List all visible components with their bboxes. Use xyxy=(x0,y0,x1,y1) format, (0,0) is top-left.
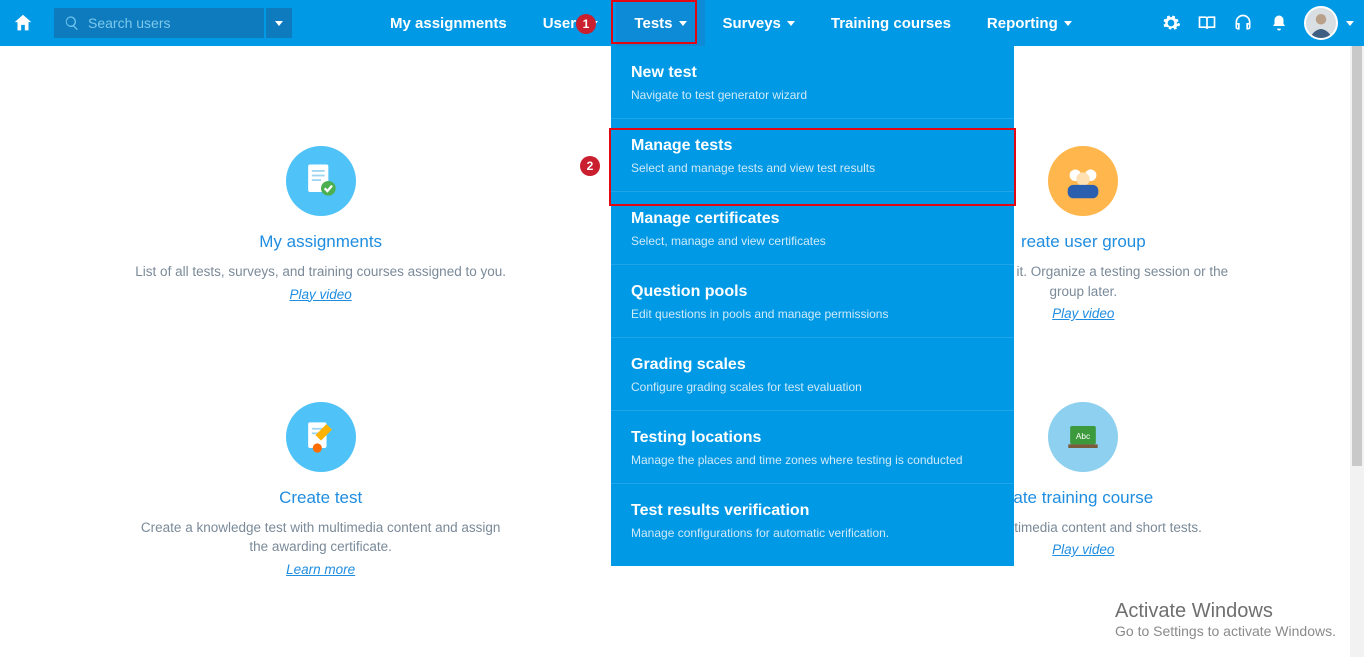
test-pencil-icon xyxy=(286,402,356,472)
dd-title: Manage certificates xyxy=(631,210,994,228)
chevron-down-icon[interactable] xyxy=(1346,21,1354,26)
scrollbar[interactable] xyxy=(1350,46,1364,657)
nav-reporting[interactable]: Reporting xyxy=(969,0,1090,46)
card-desc: List of all tests, surveys, and training… xyxy=(131,262,511,282)
card-link-play-video[interactable]: Play video xyxy=(1052,542,1114,557)
search-box[interactable] xyxy=(54,8,264,38)
dd-testing-locations[interactable]: Testing locations Manage the places and … xyxy=(611,411,1014,484)
topbar: My assignments Users Tests Surveys Train… xyxy=(0,0,1364,46)
nav-training[interactable]: Training courses xyxy=(813,0,969,46)
home-icon xyxy=(12,12,34,34)
avatar[interactable] xyxy=(1304,6,1338,40)
dd-title: Manage tests xyxy=(631,137,994,155)
support-button[interactable] xyxy=(1232,12,1254,34)
search-dropdown-button[interactable] xyxy=(266,8,292,38)
dd-new-test[interactable]: New test Navigate to test generator wiza… xyxy=(611,46,1014,119)
windows-watermark: Activate Windows Go to Settings to activ… xyxy=(1115,600,1336,639)
dd-title: New test xyxy=(631,64,994,82)
annotation-badge-1: 1 xyxy=(576,14,596,34)
main-nav: My assignments Users Tests Surveys Train… xyxy=(372,0,1090,46)
card-create-test[interactable]: Create test Create a knowledge test with… xyxy=(131,402,511,598)
card-my-assignments[interactable]: My assignments List of all tests, survey… xyxy=(131,146,511,342)
dd-manage-tests[interactable]: Manage tests Select and manage tests and… xyxy=(611,119,1014,192)
users-group-icon xyxy=(1048,146,1118,216)
annotation-badge-2: 2 xyxy=(580,156,600,176)
dd-manage-certificates[interactable]: Manage certificates Select, manage and v… xyxy=(611,192,1014,265)
chevron-down-icon xyxy=(679,21,687,26)
nav-tests[interactable]: Tests xyxy=(616,0,704,46)
dd-title: Question pools xyxy=(631,283,994,301)
user-avatar-icon xyxy=(1306,6,1336,40)
nav-reporting-label: Reporting xyxy=(987,15,1058,32)
dd-title: Grading scales xyxy=(631,356,994,374)
search-wrap xyxy=(54,8,292,38)
settings-button[interactable] xyxy=(1160,12,1182,34)
home-button[interactable] xyxy=(0,0,46,46)
card-title: My assignments xyxy=(131,232,511,252)
dd-desc: Select, manage and view certificates xyxy=(631,234,994,248)
gear-icon xyxy=(1161,13,1181,33)
search-input[interactable] xyxy=(88,15,254,31)
dd-question-pools[interactable]: Question pools Edit questions in pools a… xyxy=(611,265,1014,338)
headset-icon xyxy=(1233,13,1253,33)
nav-surveys[interactable]: Surveys xyxy=(705,0,813,46)
bell-icon xyxy=(1270,13,1288,33)
dd-desc: Navigate to test generator wizard xyxy=(631,88,994,102)
right-icons xyxy=(1160,6,1364,40)
dd-title: Test results verification xyxy=(631,502,994,520)
nav-my-assignments[interactable]: My assignments xyxy=(372,0,525,46)
dd-title: Testing locations xyxy=(631,429,994,447)
card-desc: Create a knowledge test with multimedia … xyxy=(131,518,511,557)
card-link-learn-more[interactable]: Learn more xyxy=(286,562,355,577)
watermark-title: Activate Windows xyxy=(1115,600,1336,623)
chevron-down-icon xyxy=(275,21,283,26)
docs-button[interactable] xyxy=(1196,12,1218,34)
dd-desc: Edit questions in pools and manage permi… xyxy=(631,307,994,321)
chalkboard-icon: Abc xyxy=(1048,402,1118,472)
nav-tests-label: Tests xyxy=(634,15,672,32)
chevron-down-icon xyxy=(787,21,795,26)
tests-dropdown: New test Navigate to test generator wiza… xyxy=(611,46,1014,566)
book-icon xyxy=(1196,13,1218,33)
svg-text:Abc: Abc xyxy=(1076,431,1090,440)
dd-grading-scales[interactable]: Grading scales Configure grading scales … xyxy=(611,338,1014,411)
dd-desc: Configure grading scales for test evalua… xyxy=(631,380,994,394)
scrollbar-thumb[interactable] xyxy=(1352,46,1362,466)
dd-desc: Select and manage tests and view test re… xyxy=(631,161,994,175)
dd-test-results-verification[interactable]: Test results verification Manage configu… xyxy=(611,484,1014,556)
clipboard-check-icon xyxy=(286,146,356,216)
card-title: Create test xyxy=(131,488,511,508)
nav-users[interactable]: Users xyxy=(525,0,617,46)
notifications-button[interactable] xyxy=(1268,12,1290,34)
search-icon xyxy=(64,15,80,31)
dd-desc: Manage the places and time zones where t… xyxy=(631,453,994,467)
chevron-down-icon xyxy=(1064,21,1072,26)
dd-desc: Manage configurations for automatic veri… xyxy=(631,526,994,540)
card-link-play-video[interactable]: Play video xyxy=(290,287,352,302)
card-link-play-video[interactable]: Play video xyxy=(1052,306,1114,321)
watermark-sub: Go to Settings to activate Windows. xyxy=(1115,623,1336,639)
nav-surveys-label: Surveys xyxy=(723,15,781,32)
